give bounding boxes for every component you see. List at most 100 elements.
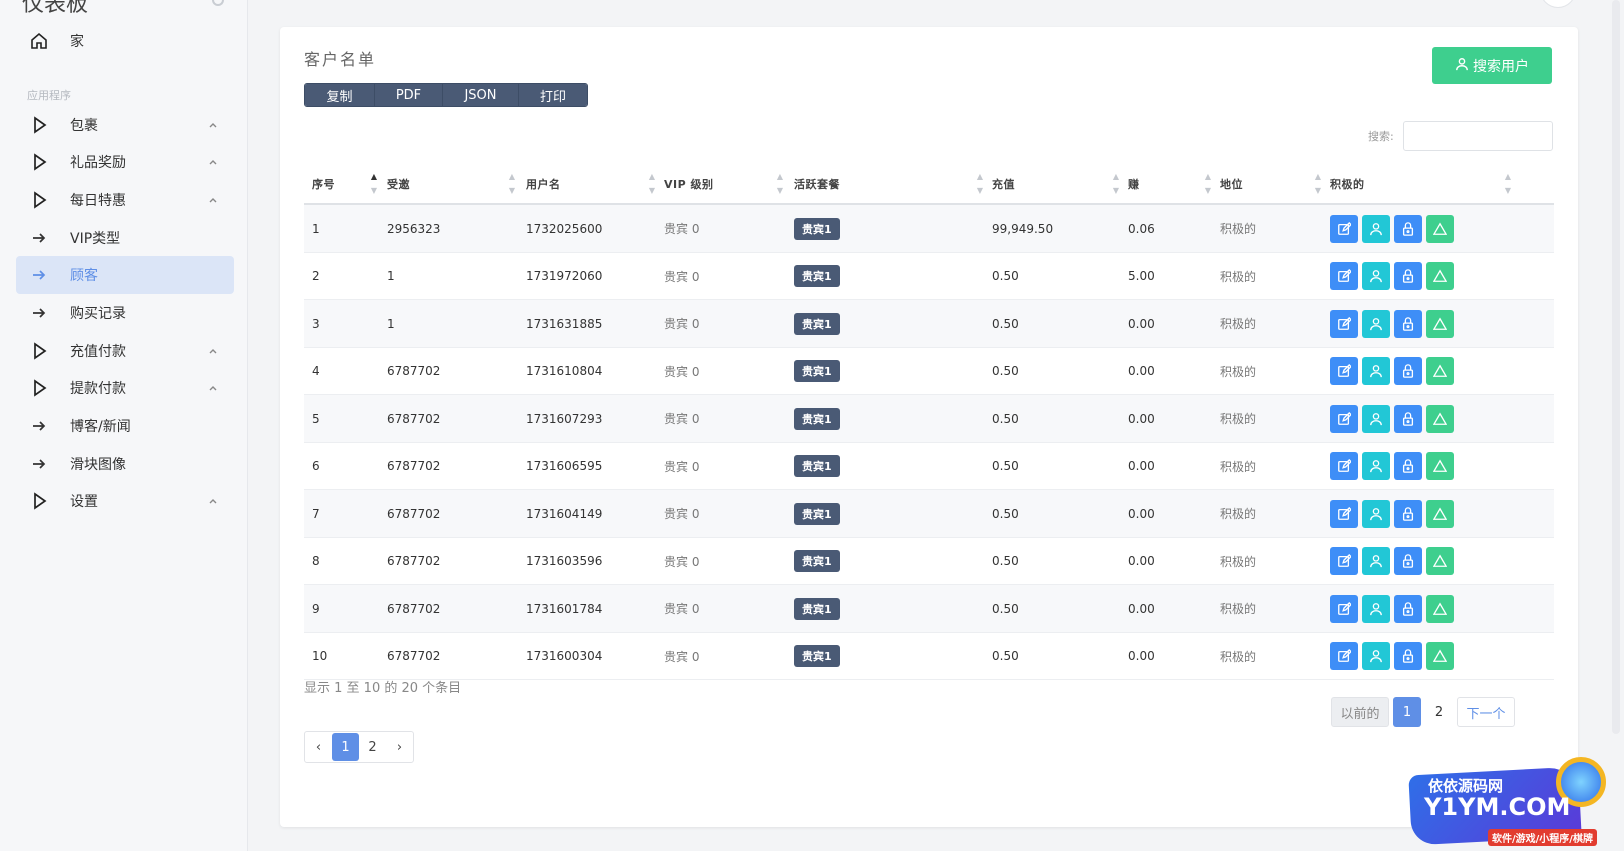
column-header-6[interactable]: 赚 — [1128, 165, 1140, 203]
page-button-2-compact[interactable]: 2 — [359, 732, 386, 762]
user-icon[interactable] — [1362, 214, 1390, 243]
edit-icon[interactable] — [1330, 642, 1358, 670]
chevron-up-icon[interactable] — [206, 155, 220, 169]
column-header-4[interactable]: 活跃套餐 — [794, 165, 840, 203]
user-menu-button[interactable] — [1540, 0, 1576, 8]
sidebar-item-0[interactable]: 家 — [16, 22, 234, 60]
sidebar-item-2[interactable]: 礼品奖励 — [16, 143, 234, 181]
column-header-8[interactable]: 积极的 — [1330, 165, 1365, 203]
search-user-button[interactable]: 搜索用户 — [1432, 47, 1552, 84]
lock-icon[interactable] — [1394, 499, 1422, 528]
user-icon[interactable] — [1362, 547, 1390, 575]
sort-icon[interactable]: ▲ ▼ — [1504, 173, 1512, 195]
page-button-1[interactable]: 1 — [1393, 697, 1421, 727]
sort-icon[interactable]: ▲ ▼ — [776, 173, 784, 195]
warning-icon[interactable] — [1426, 404, 1454, 433]
column-header-0[interactable]: 序号 — [312, 165, 335, 203]
sort-icon[interactable]: ▲ ▼ — [370, 173, 378, 195]
column-header-7[interactable]: 地位 — [1220, 165, 1243, 203]
prev-arrow-button[interactable]: ‹ — [305, 732, 332, 762]
sort-icon[interactable]: ▲ ▼ — [1204, 173, 1212, 195]
edit-icon[interactable] — [1330, 262, 1358, 290]
user-icon[interactable] — [1362, 642, 1390, 670]
warning-icon[interactable] — [1426, 262, 1454, 290]
sort-icon[interactable]: ▲ ▼ — [508, 173, 516, 195]
column-header-3[interactable]: VIP 级别 — [664, 165, 714, 203]
lock-icon[interactable] — [1394, 262, 1422, 290]
lock-icon[interactable] — [1394, 214, 1422, 243]
sort-icon[interactable]: ▲ ▼ — [1112, 173, 1120, 195]
column-header-1[interactable]: 受邀 — [387, 165, 410, 203]
lock-icon[interactable] — [1394, 404, 1422, 433]
warning-icon[interactable] — [1426, 357, 1454, 385]
warning-icon[interactable] — [1426, 547, 1454, 575]
warning-icon[interactable] — [1426, 214, 1454, 243]
table-cell: 积极的 — [1220, 633, 1256, 680]
user-icon[interactable] — [1362, 452, 1390, 480]
search-input[interactable] — [1403, 121, 1553, 151]
copy-button[interactable]: 复制 — [305, 84, 375, 106]
sort-icon[interactable]: ▲ ▼ — [648, 173, 656, 195]
lock-icon[interactable] — [1394, 452, 1422, 480]
sidebar-item-5[interactable]: 顾客 — [16, 256, 234, 294]
edit-icon[interactable] — [1330, 452, 1358, 480]
sidebar-item-11[interactable]: 设置 — [16, 482, 234, 520]
pdf-button[interactable]: PDF — [375, 84, 443, 106]
sidebar-item-8[interactable]: 提款付款 — [16, 369, 234, 407]
edit-icon[interactable] — [1330, 594, 1358, 623]
lock-icon[interactable] — [1394, 309, 1422, 338]
user-icon[interactable] — [1362, 594, 1390, 623]
lock-icon[interactable] — [1394, 357, 1422, 385]
table-row: 1 2956323 1732025600 贵宾 0 贵宾1 99,949.50 0.06 积极… — [304, 205, 1554, 253]
collapse-toggle-icon[interactable] — [212, 0, 224, 6]
page-scrollbar[interactable] — [1612, 0, 1620, 734]
table-cell: 贵宾 0 — [664, 443, 699, 490]
table-cell: 0.50 — [992, 585, 1019, 632]
sidebar-item-10[interactable]: 滑块图像 — [16, 445, 234, 483]
sidebar-item-9[interactable]: 博客/新闻 — [16, 407, 234, 445]
column-header-2[interactable]: 用户名 — [526, 165, 561, 203]
cell-text: 2 — [312, 269, 320, 283]
warning-icon[interactable] — [1426, 499, 1454, 528]
chevron-up-icon[interactable] — [206, 344, 220, 358]
edit-icon[interactable] — [1330, 404, 1358, 433]
page-button-2[interactable]: 2 — [1425, 697, 1453, 727]
prev-page-button[interactable]: 以前的 — [1331, 697, 1389, 727]
sort-icon[interactable]: ▲ ▼ — [1314, 173, 1322, 195]
lock-icon[interactable] — [1394, 642, 1422, 670]
user-icon[interactable] — [1362, 404, 1390, 433]
warning-icon[interactable] — [1426, 309, 1454, 338]
edit-icon[interactable] — [1330, 547, 1358, 575]
sidebar-item-4[interactable]: VIP类型 — [16, 219, 234, 257]
next-arrow-button[interactable]: › — [386, 732, 413, 762]
user-icon[interactable] — [1362, 262, 1390, 290]
cell-text: 1 — [387, 269, 395, 283]
cell-text: 0.00 — [1128, 601, 1155, 616]
sidebar-item-6[interactable]: 购买记录 — [16, 294, 234, 332]
next-page-button[interactable]: 下一个 — [1457, 697, 1515, 727]
lock-icon[interactable] — [1394, 547, 1422, 575]
sort-icon[interactable]: ▲ ▼ — [976, 173, 984, 195]
user-icon[interactable] — [1362, 357, 1390, 385]
chevron-up-icon[interactable] — [206, 193, 220, 207]
print-button[interactable]: 打印 — [519, 84, 587, 106]
page-button-1-compact[interactable]: 1 — [332, 733, 359, 761]
edit-icon[interactable] — [1330, 357, 1358, 385]
edit-icon[interactable] — [1330, 214, 1358, 243]
warning-icon[interactable] — [1426, 452, 1454, 480]
lock-icon[interactable] — [1394, 594, 1422, 623]
edit-icon[interactable] — [1330, 309, 1358, 338]
column-header-5[interactable]: 充值 — [992, 165, 1015, 203]
sidebar-item-7[interactable]: 充值付款 — [16, 332, 234, 370]
sidebar-item-1[interactable]: 包裹 — [16, 106, 234, 144]
chevron-up-icon[interactable] — [206, 381, 220, 395]
warning-icon[interactable] — [1426, 642, 1454, 670]
user-icon[interactable] — [1362, 499, 1390, 528]
edit-icon[interactable] — [1330, 499, 1358, 528]
sidebar-item-3[interactable]: 每日特惠 — [16, 181, 234, 219]
chevron-up-icon[interactable] — [206, 118, 220, 132]
chevron-up-icon[interactable] — [206, 494, 220, 508]
user-icon[interactable] — [1362, 309, 1390, 338]
warning-icon[interactable] — [1426, 594, 1454, 623]
json-button[interactable]: JSON — [443, 84, 519, 106]
